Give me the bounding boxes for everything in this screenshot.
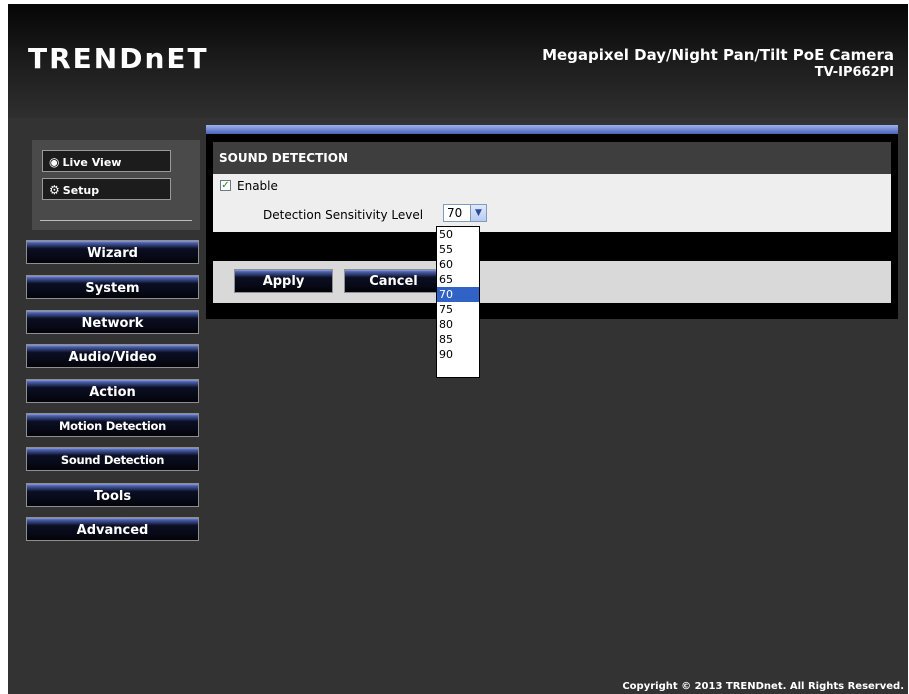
setup-button[interactable]: ⚙ Setup (42, 178, 171, 200)
gear-icon: ⚙ (49, 183, 60, 197)
sensitivity-option[interactable]: 75 (437, 302, 479, 317)
live-view-label: Live View (62, 156, 122, 169)
chevron-down-icon[interactable]: ▼ (470, 205, 486, 221)
view-mode-box: ◉ Live View ⚙ Setup (32, 140, 200, 230)
sensitivity-select[interactable]: 70 ▼ (443, 204, 487, 222)
header: TRENDnET Megapixel Day/Night Pan/Tilt Po… (8, 4, 908, 118)
enable-label: Enable (237, 179, 278, 193)
cancel-button[interactable]: Cancel (344, 269, 443, 293)
product-info: Megapixel Day/Night Pan/Tilt PoE Camera … (542, 46, 894, 82)
sensitivity-option[interactable]: 55 (437, 242, 479, 257)
nav-motion-detection[interactable]: Motion Detection (26, 413, 199, 437)
brand-logo: TRENDnET (28, 42, 209, 75)
eye-icon: ◉ (49, 155, 60, 169)
sensitivity-option[interactable]: 60 (437, 257, 479, 272)
sensitivity-option[interactable]: 90 (437, 347, 479, 362)
nav-wizard[interactable]: Wizard (26, 240, 199, 264)
nav-action[interactable]: Action (26, 379, 199, 403)
action-bar: Apply Cancel (213, 261, 891, 303)
sensitivity-label: Detection Sensitivity Level (263, 208, 424, 222)
content-top-bar (206, 125, 898, 134)
sensitivity-option[interactable]: 80 (437, 317, 479, 332)
copyright-text: Copyright © 2013 TRENDnet. All Rights Re… (622, 681, 904, 692)
setup-label: Setup (62, 184, 100, 197)
product-model: TV-IP662PI (814, 65, 894, 80)
panel-title: SOUND DETECTION (213, 142, 891, 174)
nav-system[interactable]: System (26, 275, 199, 299)
nav-audio-video[interactable]: Audio/Video (26, 344, 199, 368)
sensitivity-option[interactable]: 65 (437, 272, 479, 287)
content-area: SOUND DETECTION ✓ Enable Detection Sensi… (206, 125, 898, 319)
nav-network[interactable]: Network (26, 310, 199, 334)
enable-checkbox[interactable]: ✓ (220, 180, 231, 191)
live-view-button[interactable]: ◉ Live View (42, 150, 171, 172)
sensitivity-dropdown-list[interactable]: 50 55 60 65 70 75 80 85 90 (436, 226, 480, 378)
nav-tools[interactable]: Tools (26, 483, 199, 507)
sensitivity-option[interactable]: 70 (437, 287, 479, 302)
sensitivity-option[interactable]: 85 (437, 332, 479, 347)
nav-advanced[interactable]: Advanced (26, 517, 199, 541)
nav-sound-detection[interactable]: Sound Detection (26, 447, 199, 471)
apply-button[interactable]: Apply (234, 269, 333, 293)
sensitivity-option[interactable]: 50 (437, 227, 479, 242)
product-title: Megapixel Day/Night Pan/Tilt PoE Camera (542, 46, 894, 64)
sensitivity-selected-value: 70 (447, 206, 463, 220)
divider (40, 220, 192, 221)
settings-panel: ✓ Enable Detection Sensitivity Level 70 … (213, 174, 891, 232)
